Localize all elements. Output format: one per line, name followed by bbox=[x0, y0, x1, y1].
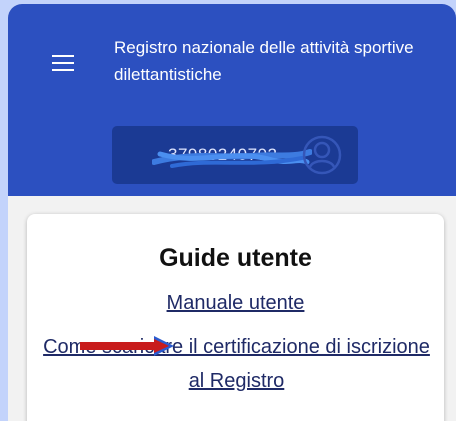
redaction-scribble bbox=[152, 149, 312, 168]
app-screen: Registro nazionale delle attività sporti… bbox=[8, 4, 456, 421]
user-avatar-icon bbox=[302, 135, 342, 175]
menu-icon[interactable] bbox=[52, 53, 74, 71]
user-manual-link[interactable]: Manuale utente bbox=[27, 292, 444, 315]
app-header: Registro nazionale delle attività sporti… bbox=[8, 4, 456, 196]
app-title: Registro nazionale delle attività sporti… bbox=[114, 38, 414, 84]
user-guides-card: Guide utente Manuale utente Come scarica… bbox=[27, 214, 444, 421]
card-title: Guide utente bbox=[159, 244, 312, 272]
red-arrow-annotation bbox=[80, 336, 174, 356]
user-account-button[interactable]: 37980240792 bbox=[112, 126, 358, 184]
